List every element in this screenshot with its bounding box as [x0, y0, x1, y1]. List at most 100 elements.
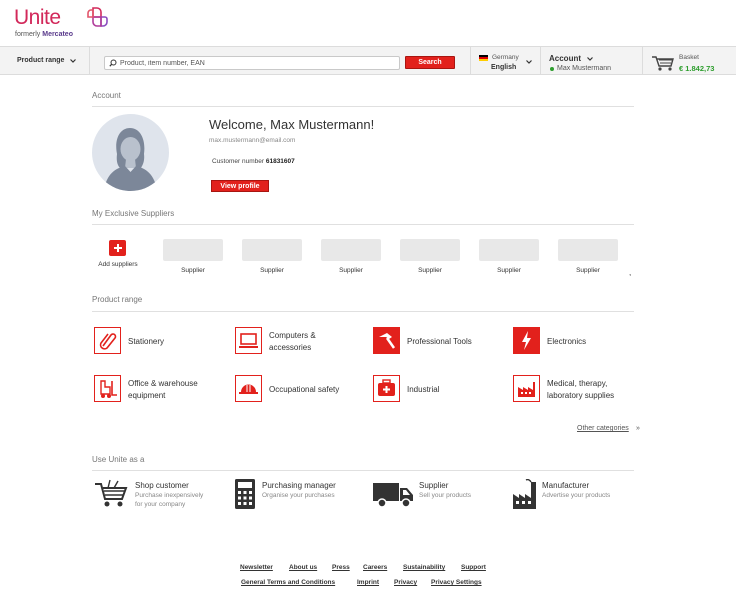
avatar	[92, 114, 169, 191]
supplier-logo-placeholder	[163, 239, 223, 261]
plus-icon	[109, 240, 126, 256]
supplier-tile[interactable]: Supplier	[400, 239, 460, 277]
role-title: Shop customer	[135, 481, 189, 490]
basket-label: Basket	[679, 54, 699, 61]
category-medical[interactable]: Medical, therapy, laboratory supplies	[513, 375, 643, 405]
add-suppliers-button[interactable]: Add suppliers	[93, 239, 143, 271]
country-label: Germany	[492, 54, 519, 61]
product-range-section-title: Product range	[92, 295, 143, 304]
role-manufacturer[interactable]: Manufacturer Advertise your products	[512, 479, 642, 509]
online-status-icon	[550, 67, 554, 71]
supplier-tile[interactable]: Supplier	[242, 239, 302, 277]
search-icon	[109, 59, 117, 67]
category-label: Electronics	[547, 337, 587, 346]
category-label: Occupational safety	[269, 385, 340, 394]
footer-link-terms[interactable]: General Terms and Conditions	[241, 579, 335, 586]
role-description: Sell your products	[419, 492, 472, 499]
hardhat-icon	[235, 375, 262, 402]
account-user-name: Max Mustermann	[557, 65, 612, 72]
footer-link-careers[interactable]: Careers	[363, 564, 387, 571]
section-divider	[92, 106, 634, 107]
view-profile-button[interactable]: View profile	[211, 180, 269, 192]
supplier-tile[interactable]: Supplier	[321, 239, 381, 277]
chevron-down-icon	[70, 58, 77, 63]
truck-icon	[373, 483, 413, 508]
forklift-icon	[94, 375, 121, 402]
category-label: Professional Tools	[407, 337, 472, 346]
role-title: Supplier	[419, 481, 449, 490]
role-description: Advertise your products	[542, 492, 611, 499]
double-chevron-right-icon: »	[636, 425, 640, 432]
category-stationery[interactable]: Stationery	[94, 327, 224, 357]
category-label: Office & warehouse equipment	[128, 379, 198, 400]
factory-icon	[513, 375, 540, 402]
footer-link-press[interactable]: Press	[332, 564, 350, 571]
role-description: Purchase inexpensively for your company	[135, 492, 204, 508]
search-box	[104, 56, 400, 70]
nav-divider	[470, 47, 471, 74]
hammer-icon	[373, 327, 400, 354]
role-description: Organise your purchases	[262, 492, 335, 499]
supplier-label: Supplier	[497, 267, 521, 274]
logo-subtitle: formerly Mercateo	[15, 31, 73, 38]
category-label: Stationery	[128, 337, 165, 346]
nav-divider	[642, 47, 643, 74]
laptop-icon	[235, 327, 262, 354]
category-industrial[interactable]: Industrial	[373, 375, 503, 405]
supplier-label: Supplier	[181, 267, 205, 274]
supplier-label: Supplier	[339, 267, 363, 274]
account-label: Account	[549, 54, 581, 63]
section-divider	[92, 311, 634, 312]
footer-link-newsletter[interactable]: Newsletter	[240, 564, 273, 571]
category-label: Industrial	[407, 385, 440, 394]
footer-link-privacy-settings[interactable]: Privacy Settings	[431, 579, 482, 586]
shopping-cart-icon	[95, 479, 128, 507]
supplier-tile[interactable]: Supplier	[558, 239, 618, 277]
add-suppliers-label: Add suppliers	[98, 261, 138, 268]
section-divider	[92, 224, 634, 225]
footer-link-about-us[interactable]: About us	[289, 564, 317, 571]
search-input[interactable]	[120, 59, 390, 67]
footer-link-imprint[interactable]: Imprint	[357, 579, 379, 586]
basket-total: € 1.842,73	[679, 64, 715, 73]
footer-link-sustainability[interactable]: Sustainability	[403, 564, 445, 571]
role-supplier[interactable]: Supplier Sell your products	[373, 479, 503, 509]
other-categories-link[interactable]: Other categories	[577, 425, 629, 432]
welcome-heading: Welcome, Max Mustermann!	[209, 117, 375, 132]
category-professional-tools[interactable]: Professional Tools	[373, 327, 503, 357]
role-purchasing-manager[interactable]: Purchasing manager Organise your purchas…	[234, 479, 364, 509]
supplier-logo-placeholder	[479, 239, 539, 261]
supplier-tile[interactable]: Supplier	[163, 239, 223, 277]
category-electronics[interactable]: Electronics	[513, 327, 643, 357]
footer-link-support[interactable]: Support	[461, 564, 486, 571]
role-shop-customer[interactable]: Shop customer Purchase inexpensively for …	[94, 479, 224, 509]
role-title: Purchasing manager	[262, 481, 336, 490]
chevron-down-icon	[526, 60, 532, 64]
top-navbar: Product range Search Germany English Acc…	[0, 46, 736, 75]
first-aid-icon	[373, 375, 400, 402]
product-range-menu[interactable]: Product range	[0, 47, 90, 74]
language-selector[interactable]: Germany English	[478, 54, 538, 74]
use-unite-section-title: Use Unite as a	[92, 455, 145, 464]
role-title: Manufacturer	[542, 481, 590, 490]
category-office-warehouse[interactable]: Office & warehouse equipment	[94, 375, 224, 405]
unite-logo[interactable]: Unite formerly Mercateo	[14, 6, 124, 40]
supplier-label: Supplier	[576, 267, 600, 274]
logo-mark-icon	[87, 7, 108, 27]
customer-number-value: 61831607	[265, 158, 295, 165]
category-computers[interactable]: Computers & accessories	[235, 327, 365, 357]
account-menu[interactable]: Account Max Mustermann	[549, 54, 639, 74]
footer-link-privacy[interactable]: Privacy	[394, 579, 417, 586]
calculator-icon	[235, 479, 255, 509]
search-button[interactable]: Search	[405, 56, 455, 69]
supplier-tile[interactable]: Supplier	[479, 239, 539, 277]
basket-button[interactable]: Basket € 1.842,73	[651, 54, 736, 76]
section-divider	[92, 470, 634, 471]
customer-number: Customer number 61831607	[212, 158, 295, 165]
language-label: English	[491, 64, 517, 71]
shopping-cart-icon	[652, 56, 674, 71]
category-occupational-safety[interactable]: Occupational safety	[235, 375, 365, 405]
logo-wordmark: Unite	[14, 6, 61, 29]
lightning-icon	[513, 327, 540, 354]
supplier-overflow: ,	[629, 268, 632, 277]
